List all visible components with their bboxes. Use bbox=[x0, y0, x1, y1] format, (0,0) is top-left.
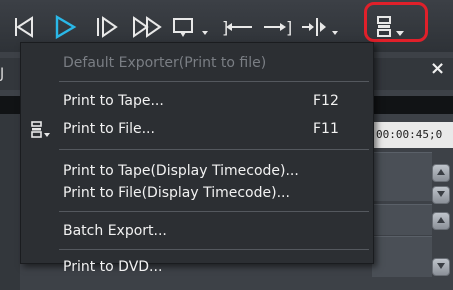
fast-forward-icon[interactable] bbox=[132, 14, 164, 40]
loop-playback-icon[interactable] bbox=[172, 14, 212, 40]
menu-separator bbox=[59, 249, 369, 250]
export-icon bbox=[31, 121, 53, 147]
track-gutter bbox=[0, 114, 20, 290]
svg-text:]: ] bbox=[286, 18, 292, 37]
scroll-down-button[interactable] bbox=[432, 258, 450, 276]
menu-item-batch-export[interactable]: Batch Export... bbox=[21, 219, 373, 243]
menu-item-print-to-tape-timecode[interactable]: Print to Tape(Display Timecode)... bbox=[21, 159, 373, 183]
menu-item-print-to-dvd[interactable]: Print to DVD... bbox=[21, 255, 373, 275]
panel-left-label: J bbox=[0, 66, 5, 82]
menu-item-label: Print to Tape(Display Timecode)... bbox=[63, 163, 299, 179]
track-row[interactable] bbox=[372, 236, 432, 277]
play-icon[interactable] bbox=[52, 14, 78, 40]
set-out-icon[interactable]: ] bbox=[262, 14, 296, 40]
menu-item-print-to-file-timecode[interactable]: Print to File(Display Timecode)... bbox=[21, 181, 373, 205]
menu-item-default-exporter: Default Exporter(Print to file) bbox=[21, 51, 373, 75]
menu-item-print-to-file[interactable]: Print to File... F11 bbox=[21, 117, 373, 141]
menu-item-label: Print to DVD... bbox=[63, 259, 163, 275]
menu-separator bbox=[59, 149, 369, 150]
scroll-up-button[interactable] bbox=[432, 212, 450, 230]
next-frame-icon[interactable] bbox=[94, 14, 120, 40]
prev-frame-icon[interactable] bbox=[12, 14, 38, 40]
highlight-box bbox=[364, 2, 428, 42]
scroll-up-button[interactable] bbox=[432, 164, 450, 182]
timecode-ruler[interactable]: 00:00:45;0 bbox=[372, 122, 453, 148]
menu-item-shortcut: F11 bbox=[313, 121, 339, 137]
menu-item-label: Default Exporter(Print to file) bbox=[63, 55, 267, 71]
track-row[interactable] bbox=[372, 204, 432, 235]
menu-separator bbox=[59, 211, 369, 212]
menu-item-label: Batch Export... bbox=[63, 223, 167, 239]
export-menu: Default Exporter(Print to file) Print to… bbox=[20, 42, 374, 275]
split-icon[interactable] bbox=[300, 14, 340, 40]
menu-item-label: Print to File... bbox=[63, 121, 155, 137]
menu-item-label: Print to Tape... bbox=[63, 93, 164, 109]
menu-item-print-to-tape[interactable]: Print to Tape... F12 bbox=[21, 89, 373, 113]
menu-item-shortcut: F12 bbox=[313, 93, 339, 109]
set-in-icon[interactable]: ] bbox=[222, 14, 256, 40]
scroll-down-button[interactable] bbox=[432, 186, 450, 204]
menu-separator bbox=[59, 81, 369, 82]
track-row[interactable] bbox=[372, 152, 432, 201]
menu-item-label: Print to File(Display Timecode)... bbox=[63, 185, 290, 201]
close-icon[interactable]: × bbox=[430, 58, 445, 79]
